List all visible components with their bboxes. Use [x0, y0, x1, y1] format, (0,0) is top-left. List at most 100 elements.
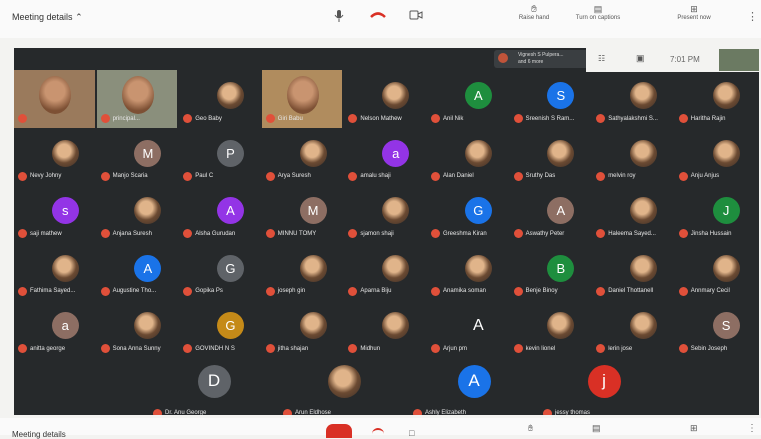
- bottom-present-icon[interactable]: ⊞: [690, 423, 698, 434]
- participant-tile[interactable]: Haleema Sayed...: [592, 185, 675, 243]
- participant-tile[interactable]: [14, 70, 97, 128]
- participant-name-row: Haritha Rajin: [678, 114, 725, 123]
- layout-icon[interactable]: ☷: [598, 54, 605, 63]
- participant-name: Midhun: [360, 345, 381, 352]
- participant-tile[interactable]: Anju Anjus: [675, 128, 758, 186]
- participant-tile[interactable]: Daniel Thottanell: [592, 243, 675, 301]
- participant-avatar: [51, 139, 79, 167]
- participant-tile[interactable]: A Ashly Elizabeth: [399, 354, 529, 415]
- present-now-label: Present now: [677, 15, 711, 21]
- participant-name: Benje Binoy: [525, 288, 558, 294]
- presenter-banner: Vignesh S Pulpera... and 6 more: [494, 50, 596, 68]
- participant-avatar: M: [299, 197, 327, 224]
- participant-tile[interactable]: Anamika soman: [427, 243, 510, 301]
- participant-name: Ashly Elizabeth: [425, 410, 467, 415]
- participant-name-row: Geo Baby: [183, 114, 222, 123]
- captions-button[interactable]: ▤ Turn on captions: [573, 4, 623, 21]
- mic-muted-icon: [678, 114, 688, 123]
- mic-muted-icon: [183, 114, 193, 123]
- participant-tile[interactable]: A Anil Nik: [427, 70, 510, 128]
- participant-tile[interactable]: B Benje Binoy: [510, 243, 593, 301]
- participant-tile[interactable]: jitha shajan: [262, 300, 345, 358]
- end-call-icon[interactable]: [370, 11, 386, 19]
- bottom-mic-off-icon[interactable]: [326, 424, 352, 438]
- participant-tile[interactable]: M MINNU TOMY: [262, 185, 345, 243]
- participant-tile[interactable]: a amalu shaji: [344, 128, 427, 186]
- participant-name-row: GOVINDH N S: [183, 344, 235, 353]
- camera-icon[interactable]: [409, 10, 423, 20]
- participant-tile[interactable]: Nelson Mathew: [344, 70, 427, 128]
- participant-tile[interactable]: principal...: [96, 70, 180, 128]
- participant-name: anitta george: [30, 345, 66, 352]
- microphone-icon[interactable]: [334, 9, 344, 23]
- participant-tile[interactable]: Nevy Johny: [14, 128, 97, 186]
- participant-tile[interactable]: s saji mathew: [14, 185, 97, 243]
- participant-tile[interactable]: Fathima Sayed...: [14, 243, 97, 301]
- participant-tile[interactable]: Alan Daniel: [427, 128, 510, 186]
- participant-avatar: G: [464, 197, 492, 224]
- participant-avatar: [299, 139, 327, 167]
- bottom-hand-icon[interactable]: ✋︎: [528, 423, 533, 434]
- participant-tile[interactable]: G Gopika Ps: [179, 243, 262, 301]
- participant-tile[interactable]: sjamon shaji: [344, 185, 427, 243]
- mic-muted-icon: [431, 229, 440, 238]
- participant-name-row: Sreenish S Ram...: [513, 114, 574, 123]
- participant-tile[interactable]: S Sebin Joseph: [675, 300, 758, 358]
- present-now-button[interactable]: ⊞ Present now: [672, 4, 716, 21]
- participant-tile[interactable]: Sona Anna Sunny: [97, 300, 180, 358]
- participant-name-row: Sona Anna Sunny: [100, 344, 161, 353]
- hand-icon: ✋︎: [531, 4, 537, 15]
- participant-tile[interactable]: P Paul C: [179, 128, 262, 186]
- participant-avatar: a: [51, 312, 79, 339]
- participant-tile[interactable]: Arun Eldhose: [269, 354, 399, 415]
- participant-avatar: S: [547, 82, 575, 109]
- participant-avatar: J: [712, 197, 740, 224]
- mic-muted-icon: [18, 286, 27, 296]
- self-video-thumbnail[interactable]: [719, 49, 759, 71]
- meeting-details-label: Meeting details: [12, 12, 73, 22]
- participant-tile[interactable]: a anitta george: [14, 300, 97, 358]
- participant-tile[interactable]: A Alsha Gurudan: [179, 185, 262, 243]
- bottom-camera-icon[interactable]: □: [409, 428, 414, 438]
- participant-name-row: Jinsha Hussain: [678, 229, 731, 238]
- bottom-captions-icon[interactable]: ▤: [592, 423, 601, 434]
- participant-tile[interactable]: melvin roy: [592, 128, 675, 186]
- bottom-more-icon[interactable]: ⋮: [747, 423, 757, 434]
- mic-muted-icon: [513, 229, 523, 238]
- chat-icon[interactable]: ▣: [636, 53, 645, 64]
- participant-tile[interactable]: Geo Baby: [179, 70, 262, 128]
- meeting-details-button[interactable]: Meeting details ⌃: [12, 12, 83, 23]
- participant-tile[interactable]: Haritha Rajin: [675, 70, 758, 128]
- participant-tile[interactable]: S Sreenish S Ram...: [510, 70, 593, 128]
- participant-tile[interactable]: A Aswathy Peter: [510, 185, 593, 243]
- participant-tile[interactable]: A Arjun pm: [427, 300, 510, 358]
- participant-tile[interactable]: G GOVINDH N S: [179, 300, 262, 358]
- participant-avatar: [134, 312, 162, 339]
- participant-tile[interactable]: Midhun: [344, 300, 427, 358]
- participant-tile[interactable]: G Greeshma Kiran: [427, 185, 510, 243]
- participant-tile[interactable]: A Augustine Tho...: [97, 243, 180, 301]
- mic-muted-icon: [596, 286, 606, 296]
- mic-muted-icon: [678, 344, 688, 353]
- participant-tile[interactable]: Giri Babu: [261, 70, 345, 128]
- raise-hand-button[interactable]: ✋︎ Raise hand: [514, 4, 554, 21]
- participant-tile[interactable]: kevin lionel: [510, 300, 593, 358]
- participant-tile[interactable]: j jessy thomas: [529, 354, 659, 415]
- participant-tile[interactable]: Annmary Cecil: [675, 243, 758, 301]
- participant-tile[interactable]: J Jinsha Hussain: [675, 185, 758, 243]
- participant-tile[interactable]: M Manjo Scaria: [97, 128, 180, 186]
- bottom-end-call-icon[interactable]: [372, 428, 384, 435]
- more-options-icon[interactable]: ⋮: [747, 10, 758, 23]
- participant-avatar: [464, 139, 492, 167]
- participant-name: Paul C: [195, 173, 214, 179]
- participant-tile[interactable]: Aparna Biju: [344, 243, 427, 301]
- participant-tile[interactable]: Anjana Suresh: [97, 185, 180, 243]
- participant-tile[interactable]: lerin jose: [592, 300, 675, 358]
- mic-muted-icon: [431, 171, 440, 181]
- participant-tile[interactable]: Arya Suresh: [262, 128, 345, 186]
- participant-tile[interactable]: D Dr. Anu George: [139, 354, 269, 415]
- participant-tile[interactable]: Sathyalakshmi S...: [592, 70, 675, 128]
- participant-grid: Vignesh S Pulpera... and 6 more principa…: [14, 48, 759, 415]
- participant-tile[interactable]: joseph gin: [262, 243, 345, 301]
- participant-tile[interactable]: Sruthy Das: [510, 128, 593, 186]
